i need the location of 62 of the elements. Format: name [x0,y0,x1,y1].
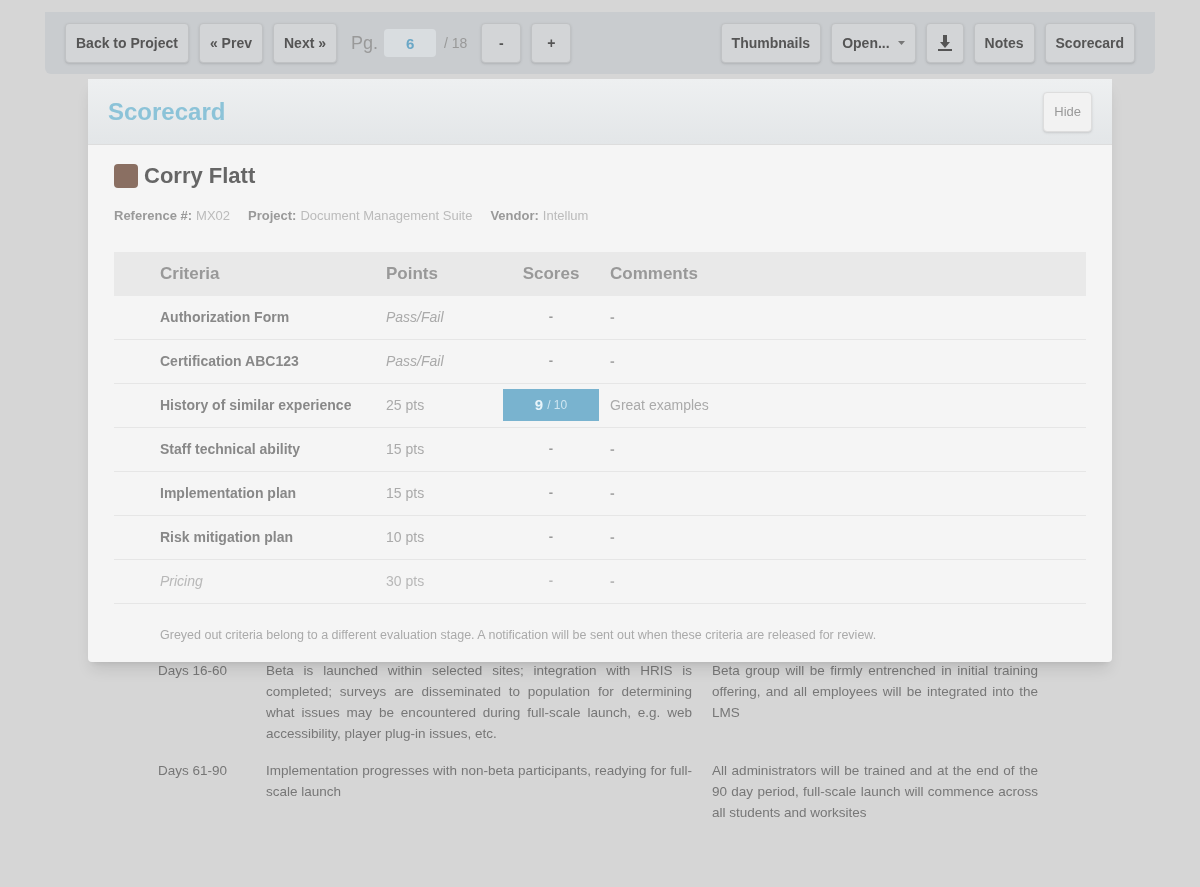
footnote-text: Greyed out criteria belong to a different evaluation stage. A notification will be sent out when these criteria are released for review. [159,626,878,644]
criteria-cell-text: Risk mitigation plan [159,527,294,547]
comment-cell-text: - [609,307,616,327]
criteria-cell-text: History of similar experience [159,395,353,415]
toolbar-button[interactable]: « Prev [198,23,263,63]
toolbar-button[interactable]: Back to Project [65,23,189,63]
zoom-button[interactable]: - [481,23,522,63]
caret-icon [897,41,905,45]
score-cell-text: - [548,528,554,547]
person-name: Corry Flatt [144,162,256,190]
comment-cell-text: - [609,439,616,459]
points-cell-text: 10 pts [386,527,426,547]
toolbar-button[interactable]: Next » [273,23,337,63]
criteria-cell-text: Pricing [159,571,204,591]
criteria-cell-text: Staff technical ability [159,439,302,459]
meta-label: Vendor: [490,207,539,225]
hide-button[interactable]: Hide [1043,91,1092,132]
meta-value: MX02 [196,207,230,225]
download-button[interactable] [925,23,964,63]
comment-cell-text: - [609,483,616,503]
comment-cell-text: - [609,527,616,547]
column-header: Criteria [159,262,221,285]
points-cell-text: 30 pts [386,571,426,591]
points-cell-text: Pass/Fail [386,307,445,327]
column-header: Scores [521,262,581,285]
activity-text: Implementation progresses with non-beta participants, readying for full-scale launch [266,762,692,801]
comment-cell-text: Great examples [609,395,710,415]
score-cell-text: - [548,352,554,371]
comment-cell-text: - [609,351,616,371]
meta-label: Project: [248,207,297,225]
activity-text: Beta is launched within selected sites; integration with HRIS is completed; surveys are disseminated to population for determining what issues may be encountered during full-scale launch, e.g. web accessibility, player plug-in issues, etc. [266,662,692,743]
outcome-text: All administrators will be trained and at the end of the 90 day period, full-scale launch will commence across all students and worksites [712,762,1038,822]
meta-value: Intellum [542,207,589,225]
download-icon [937,35,952,51]
avatar [114,163,138,188]
outcome-text: Beta group will be firmly entrenched in initial training offering, and all employees will be integrated into the LMS [712,662,1038,722]
score-max: / 10 [547,397,568,414]
zoom-button[interactable]: + [531,23,572,63]
criteria-cell-text: Implementation plan [159,483,298,503]
comment-cell-text: - [609,571,616,591]
toolbar-button[interactable]: Thumbnails [720,23,822,63]
period-text: Days 16-60 [158,662,229,680]
score-cell-text: - [548,308,554,327]
points-cell-text: 25 pts [386,395,426,415]
column-header: Comments [609,262,699,285]
period-text: Days 61-90 [158,762,229,780]
meta-value: Document Management Suite [300,207,473,225]
toolbar-button[interactable]: Scorecard [1044,23,1135,63]
criteria-cell-text: Authorization Form [159,307,291,327]
score-cell-text: - [548,572,554,591]
points-cell-text: Pass/Fail [386,351,445,371]
open-dropdown[interactable]: Open... [831,23,916,63]
score-value: 9 [534,394,544,415]
score-cell-text: - [548,440,554,459]
points-cell-text: 15 pts [386,483,426,503]
score-cell-text: - [548,484,554,503]
points-cell-text: 15 pts [386,439,426,459]
meta-label: Reference #: [114,207,193,225]
column-header: Points [386,262,439,285]
dialog-title: Scorecard [108,96,226,127]
criteria-cell-text: Certification ABC123 [159,351,300,371]
toolbar-button[interactable]: Notes [973,23,1035,63]
